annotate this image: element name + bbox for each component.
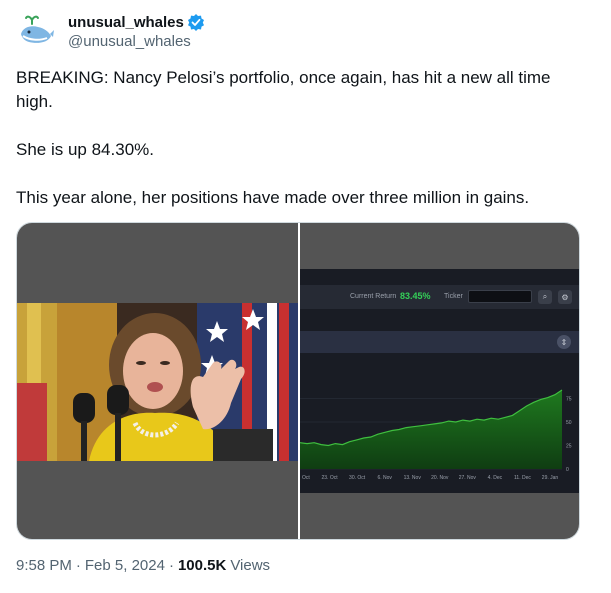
- x-tick-label: 13. Nov: [404, 475, 422, 481]
- x-tick-label: 6. Nov: [377, 475, 392, 481]
- media-photo-tile[interactable]: [17, 223, 298, 539]
- avatar[interactable]: [16, 11, 56, 51]
- verified-badge-icon: [187, 13, 205, 31]
- series-area: [300, 390, 562, 469]
- y-tick-label: 50: [566, 420, 572, 426]
- current-return-label: Current Return: [350, 293, 397, 300]
- footer-separator: ·: [75, 557, 81, 574]
- views-count: 100.5K: [177, 557, 227, 574]
- tweet-header: unusual_whales @unusual_whales: [16, 11, 205, 51]
- current-return-value: 83.45%: [400, 291, 431, 301]
- x-tick-label: 4. Dec: [488, 475, 503, 481]
- chart-panel-header: ⇕: [300, 331, 579, 353]
- tweet-footer: 9:58 PM · Feb 5, 2024 · 100.5K Views: [16, 557, 270, 574]
- search-icon: ⌕: [538, 290, 552, 304]
- tweet-paragraph: She is up 84.30%.: [16, 140, 154, 159]
- x-tick-label: 11. Dec: [514, 475, 531, 481]
- tweet-paragraph: This year alone, her positions have made…: [16, 188, 530, 207]
- x-tick-label: 29. Jan: [542, 475, 559, 481]
- tweet-paragraph: BREAKING: Nancy Pelosi’s portfolio, once…: [16, 68, 551, 111]
- screenshot-toolbar: Current Return 83.45% Ticker ⌕ ⚙: [300, 285, 579, 309]
- gear-icon: ⚙: [558, 290, 572, 304]
- x-tick-label: Oct: [302, 475, 310, 481]
- display-name[interactable]: unusual_whales: [68, 14, 184, 31]
- handle[interactable]: @unusual_whales: [68, 33, 205, 50]
- footer-separator: ·: [168, 557, 174, 574]
- y-tick-label: 75: [566, 397, 572, 403]
- expand-icon: ⇕: [557, 335, 571, 349]
- media-grid: Current Return 83.45% Ticker ⌕ ⚙ ⇕ 0 25 50…: [16, 222, 580, 540]
- press-photo-image: [17, 303, 298, 461]
- y-tick-label: 25: [566, 444, 572, 450]
- portfolio-chart: 0 25 50 75 Oct 23. Oct 30. Oct 6. Nov 13. Nov 20.…: [300, 389, 572, 481]
- media-screenshot-tile[interactable]: Current Return 83.45% Ticker ⌕ ⚙ ⇕ 0 25 50…: [300, 223, 579, 539]
- y-tick-label: 0: [566, 467, 569, 473]
- x-tick-label: 23. Oct: [321, 475, 338, 481]
- tweet-date[interactable]: Feb 5, 2024: [85, 557, 165, 574]
- views-label: Views: [230, 557, 271, 574]
- whale-icon: [21, 15, 54, 43]
- tweet-time[interactable]: 9:58 PM: [16, 557, 72, 574]
- ticker-label: Ticker: [444, 293, 463, 300]
- portfolio-screenshot: Current Return 83.45% Ticker ⌕ ⚙ ⇕ 0 25 50…: [300, 269, 579, 493]
- x-tick-label: 20. Nov: [431, 475, 449, 481]
- x-tick-label: 30. Oct: [349, 475, 366, 481]
- x-tick-label: 27. Nov: [459, 475, 477, 481]
- ticker-input: [468, 290, 532, 303]
- tweet-text: BREAKING: Nancy Pelosi’s portfolio, once…: [16, 66, 586, 210]
